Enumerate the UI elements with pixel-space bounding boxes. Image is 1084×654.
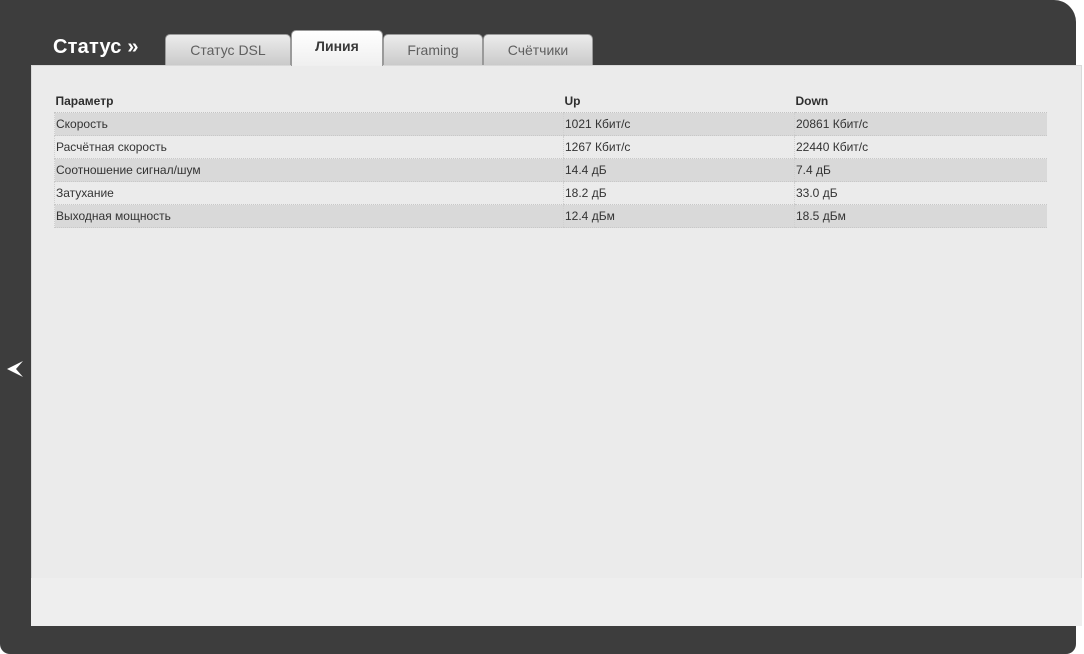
tab-counters[interactable]: Счётчики [483, 34, 593, 66]
tab-line[interactable]: Линия [291, 30, 383, 66]
cell-down: 22440 Кбит/с [794, 135, 1047, 159]
page-title: Статус » [53, 36, 139, 58]
table-row: Выходная мощность 12.4 дБм 18.5 дБм [54, 204, 1047, 228]
cell-parameter: Скорость [54, 112, 564, 136]
panel-footer [31, 578, 1082, 626]
cell-parameter: Соотношение сигнал/шум [54, 158, 564, 182]
cell-parameter: Затухание [54, 181, 564, 205]
cell-up: 1021 Кбит/с [563, 112, 795, 136]
column-header-up: Up [563, 89, 795, 113]
table-header-row: Параметр Up Down [54, 89, 1047, 113]
chevron-left-icon[interactable] [5, 358, 25, 380]
tab-dsl-status[interactable]: Статус DSL [165, 34, 291, 66]
cell-down: 18.5 дБм [794, 204, 1047, 228]
cell-up: 1267 Кбит/с [563, 135, 795, 159]
cell-up: 12.4 дБм [563, 204, 795, 228]
cell-down: 20861 Кбит/с [794, 112, 1047, 136]
column-header-down: Down [794, 89, 1047, 113]
cell-up: 18.2 дБ [563, 181, 795, 205]
table-row: Расчётная скорость 1267 Кбит/с 22440 Кби… [54, 135, 1047, 159]
cell-down: 33.0 дБ [794, 181, 1047, 205]
line-stats-table: Параметр Up Down Скорость 1021 Кбит/с 20… [54, 89, 1047, 228]
table-row: Затухание 18.2 дБ 33.0 дБ [54, 181, 1047, 205]
cell-parameter: Расчётная скорость [54, 135, 564, 159]
cell-down: 7.4 дБ [794, 158, 1047, 182]
tab-framing[interactable]: Framing [383, 34, 483, 66]
column-header-parameter: Параметр [54, 89, 564, 113]
table-row: Соотношение сигнал/шум 14.4 дБ 7.4 дБ [54, 158, 1047, 182]
cell-up: 14.4 дБ [563, 158, 795, 182]
cell-parameter: Выходная мощность [54, 204, 564, 228]
table-row: Скорость 1021 Кбит/с 20861 Кбит/с [54, 112, 1047, 136]
